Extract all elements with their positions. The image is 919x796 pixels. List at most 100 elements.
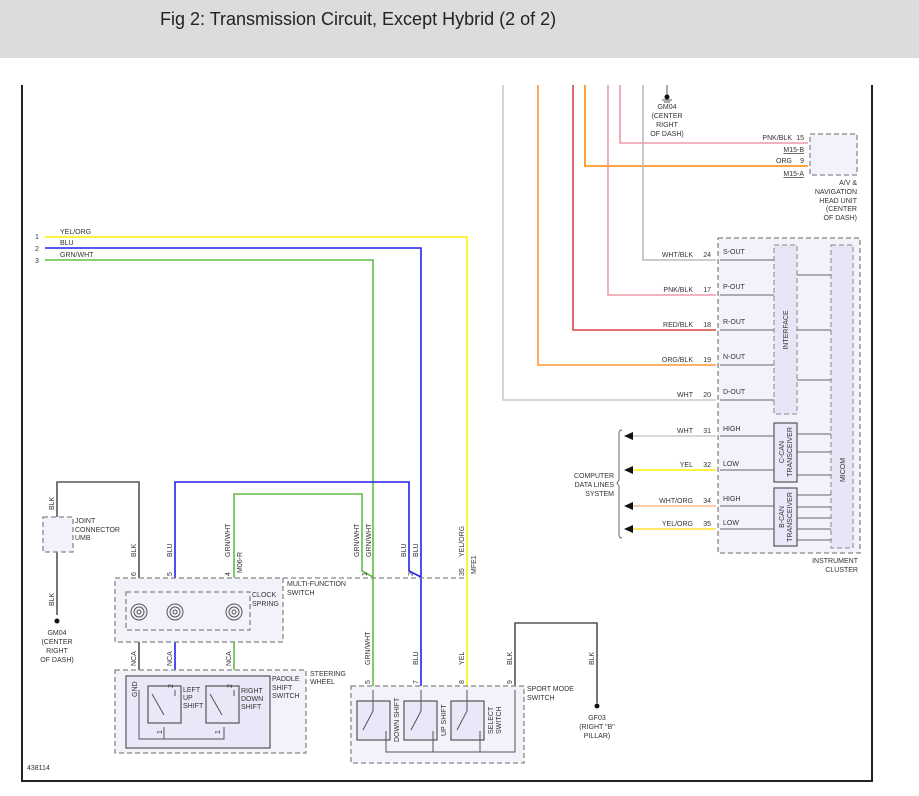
ground-location: RIGHT [46, 648, 69, 655]
wire-label: GRN/WHT [60, 252, 94, 259]
pin-label: 5 [365, 680, 372, 684]
figure-id: 438114 [27, 765, 50, 772]
wire-label: YEL/ORG [60, 229, 91, 236]
left-up-label: SHIFT [183, 703, 204, 710]
pin-label: 2 [227, 684, 234, 688]
mfs-label: MULTI-FUNCTION [287, 581, 346, 588]
signal-label: P-OUT [723, 284, 746, 291]
joint-label: JOINT [75, 518, 96, 525]
left-up-shift-switch [147, 685, 182, 724]
micom-box [830, 244, 854, 549]
wiring-diagram: GM04 (CENTER RIGHT OF DASH) PNK/BLK 15 M… [21, 85, 873, 782]
wire-org-headunit [584, 85, 808, 167]
pin-label: 2 [168, 684, 175, 688]
pin-label: 6 [131, 572, 138, 576]
signal-label: S-OUT [723, 249, 746, 256]
connector-label: M06-R [237, 552, 244, 573]
pin-label: 1 [362, 572, 369, 576]
wire-label: WHT/ORG [659, 498, 693, 505]
wire-label: ORG/BLK [662, 357, 693, 364]
wire-label: YEL [459, 652, 466, 665]
b-can-label: TRANSCEIVER [787, 492, 794, 542]
pin-label: 32 [703, 462, 711, 469]
connector-label: MFE1 [471, 555, 478, 574]
pin-label: 4 [225, 572, 232, 576]
pin-label: 1 [35, 234, 39, 241]
pin-label: 9 [507, 680, 514, 684]
arrow-icon [624, 525, 633, 533]
connector-label: M15-B [783, 147, 804, 154]
paddle-label: PADDLE [272, 676, 300, 683]
right-down-label: SHIFT [241, 704, 262, 711]
brace [616, 429, 623, 539]
name-line: HEAD UNIT [819, 198, 857, 205]
wire-label: YEL/ORG [662, 521, 693, 528]
wire-label: BLU [413, 651, 420, 665]
name-line: (CENTER [826, 206, 857, 213]
signal-label: D-OUT [723, 389, 746, 396]
cluster-name: CLUSTER [825, 567, 858, 574]
head-unit-box [809, 133, 858, 176]
wire-label: YEL [680, 462, 693, 469]
pin-label: 3 [35, 258, 39, 265]
signal-label: N-OUT [723, 354, 746, 361]
pin-label: 34 [703, 498, 711, 505]
wire-label: BLU [60, 240, 74, 247]
ground-location: (RIGHT "B" [579, 724, 615, 731]
arrow-icon [624, 502, 633, 510]
signal-label: HIGH [723, 496, 741, 503]
wire-label: ORG [776, 158, 792, 165]
pin-label: 1 [157, 730, 164, 734]
wire-label: YEL/ORG [459, 526, 466, 557]
b-can-label: B-CAN [779, 506, 786, 528]
wire-whtblk-sout [642, 85, 716, 261]
nca-label: NCA [131, 651, 138, 666]
steering-wheel-label: STEERING [310, 671, 346, 678]
joint-label: CONNECTOR [75, 527, 120, 534]
wire-label: BLK [589, 651, 596, 665]
data-lines-label: SYSTEM [585, 491, 614, 498]
joint-label: UMB [75, 535, 91, 542]
wire-label: GRN/WHT [225, 523, 232, 557]
name-line: OF DASH) [824, 215, 857, 222]
wire-label: BLK [507, 651, 514, 665]
wire-label: BLU [401, 543, 408, 557]
ground-location: OF DASH) [40, 657, 73, 664]
pin-label: 35 [703, 521, 711, 528]
right-down-label: RIGHT [241, 688, 264, 695]
ground-label: GM04 [47, 630, 66, 637]
wire-label: WHT [677, 428, 694, 435]
ground-location: RIGHT [656, 122, 679, 129]
pin-label: 35 [459, 568, 466, 576]
wire-label: BLU [167, 543, 174, 557]
pin-label: 17 [703, 287, 711, 294]
down-shift-label: DOWN SHIFT [394, 697, 401, 742]
ground-label: GM04 [657, 104, 676, 111]
sport-mode-label: SPORT MODE [527, 686, 574, 693]
micom-label: MICOM [840, 458, 847, 482]
wire-label: WHT/BLK [662, 252, 693, 259]
wire-label: GRN/WHT [354, 523, 361, 557]
ground-location: (CENTER [41, 639, 72, 646]
data-lines-label: DATA LINES [575, 482, 615, 489]
pin-label: 20 [703, 392, 711, 399]
pin-label: 7 [413, 680, 420, 684]
wire-wht-dout [502, 85, 716, 401]
paddle-label: SWITCH [272, 693, 300, 700]
paddle-label: SHIFT [272, 685, 293, 692]
joint-connector-box [42, 516, 74, 553]
cluster-name: INSTRUMENT [812, 558, 859, 565]
c-can-label: C-CAN [779, 441, 786, 463]
gnd-label: GND [132, 681, 139, 697]
pin-label: 1 [215, 730, 222, 734]
arrow-icon [624, 466, 633, 474]
clock-spring-box [125, 591, 251, 631]
sport-mode-label: SWITCH [527, 695, 555, 702]
up-shift-label: UP SHIFT [441, 704, 448, 736]
ground-icon [594, 703, 600, 709]
pin-label: 9 [800, 158, 804, 165]
pin-label: 24 [703, 252, 711, 259]
pin-label: 18 [703, 322, 711, 329]
pin-label: 19 [703, 357, 711, 364]
ground-label: GF03 [588, 715, 606, 722]
